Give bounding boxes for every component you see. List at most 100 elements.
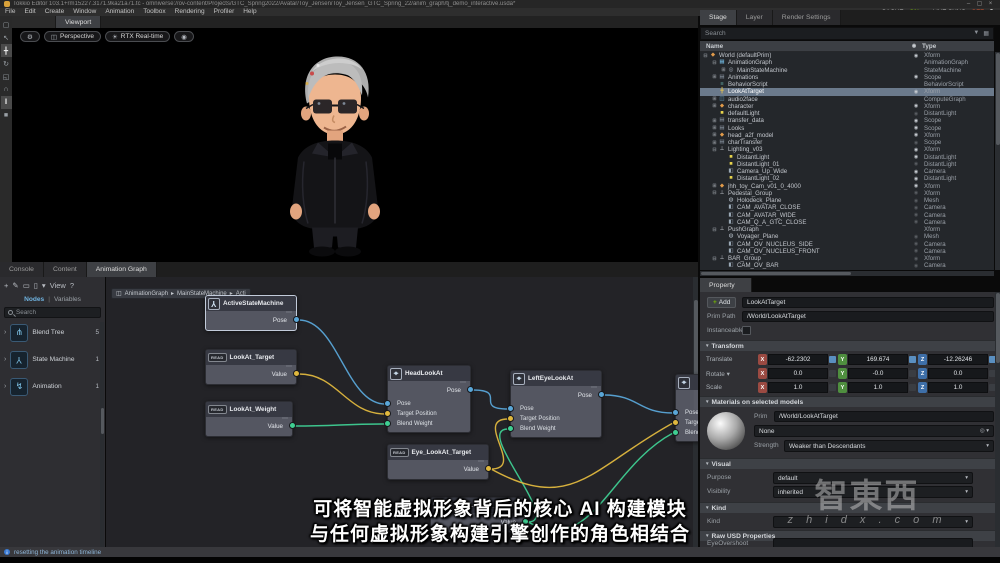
stage-row-cam-ov-bar[interactable]: ◧CAM_OV_BAR◉Camera	[700, 262, 994, 269]
visibility-eye-icon[interactable]: ◉	[908, 89, 924, 95]
kind-dropdown[interactable]: ▾	[773, 516, 973, 528]
rotate-tool[interactable]: ↻	[1, 57, 12, 70]
layout-vertical-button[interactable]: ▯	[34, 281, 38, 290]
node-category-state-machine[interactable]: ›YState Machine1	[0, 346, 105, 373]
visibility-eye-icon[interactable]: ◉	[908, 111, 924, 117]
expander-icon[interactable]: ⊞	[711, 183, 718, 189]
chevron-right-icon[interactable]: ›	[4, 329, 6, 336]
layout-horizontal-button[interactable]: ▭	[23, 281, 30, 290]
expander-icon[interactable]: ⊟	[711, 227, 718, 233]
input-port[interactable]	[507, 415, 514, 422]
animation-graph-canvas[interactable]: ◫AnimationGraph▸MainStateMachine▸Acti YA…	[106, 277, 698, 547]
scale-x-field[interactable]: 1.0	[768, 382, 828, 393]
output-port[interactable]	[598, 391, 605, 398]
menu-help[interactable]: Help	[243, 8, 256, 16]
link-icon[interactable]	[829, 384, 836, 391]
stage-row-cam-ov-nucleus-side[interactable]: ◧CAM_OV_NUCLEUS_SIDE◉Camera	[700, 241, 994, 248]
graph-node-eye-lookat-target[interactable]: READEye_LookAt_Target⋯Value	[387, 444, 489, 480]
prim-name-field[interactable]: LookAtTarget	[742, 297, 994, 308]
visibility-eye-icon[interactable]: ◉	[908, 140, 924, 146]
visibility-eye-icon[interactable]: ◉	[908, 256, 924, 262]
stage-row-transfer-data[interactable]: ⊞▤transfer_data◉Scope	[700, 117, 994, 124]
window-minimize-button[interactable]: –	[963, 0, 974, 8]
rotate-z-field[interactable]: 0.0	[928, 368, 988, 379]
input-port[interactable]	[384, 410, 391, 417]
eye-overshoot-field[interactable]	[773, 538, 973, 547]
stage-row-holodeck-plane[interactable]: ◍Holodeck_Plane◉Mesh	[700, 197, 994, 204]
expander-icon[interactable]: ⊞	[711, 125, 718, 131]
menu-toolbox[interactable]: Toolbox	[143, 8, 165, 16]
input-port[interactable]	[672, 409, 679, 416]
stage-hscrollbar-thumb[interactable]	[701, 272, 851, 275]
chevron-right-icon[interactable]: ›	[4, 356, 6, 363]
expander-icon[interactable]: ⊞	[711, 140, 718, 146]
expander-icon[interactable]: ⊞	[720, 67, 727, 73]
stage-row-defaultlight[interactable]: ■defaultLight◉DistantLight	[700, 110, 994, 117]
stage-row-lookattarget[interactable]: ╋LookAtTarget◉Xform	[700, 88, 994, 95]
stage-row-lighting-v03[interactable]: ⊟⊥Lighting_v03◉Xform	[700, 146, 994, 153]
graph-panel-scrollbar-thumb[interactable]	[101, 408, 104, 434]
graph-node-item[interactable]: ⌖⋯PosePoseTarget PositionBlend Weight	[675, 374, 698, 442]
stage-row-cam-q-a-gtc-close[interactable]: ◧CAM_Q_A_GTC_CLOSE◉Camera	[700, 219, 994, 226]
node-category-animation[interactable]: ›↯Animation1	[0, 373, 105, 400]
tab-render-settings[interactable]: Render Settings	[773, 10, 841, 25]
graph-node-eye-lookat-weight[interactable]: READEye_LookAt_Weight⋯Value	[430, 497, 526, 533]
translate-z-field[interactable]: -12.26246	[928, 354, 988, 365]
visibility-eye-icon[interactable]: ◉	[908, 74, 924, 80]
visibility-eye-icon[interactable]: ◉	[908, 176, 924, 182]
input-port[interactable]	[672, 429, 679, 436]
tab-property[interactable]: Property	[700, 278, 752, 292]
prim-path-field[interactable]: /World/LookAtTarget	[742, 311, 994, 322]
link-icon[interactable]	[829, 370, 836, 377]
stage-row-animationgraph[interactable]: ⊟▦AnimationGraphAnimationGraph	[700, 59, 994, 66]
stage-row-distantlight-01[interactable]: ■DistantLight_01◉DistantLight	[700, 161, 994, 168]
tab-nodes[interactable]: Nodes	[24, 296, 44, 303]
stage-row-pushgraph[interactable]: ⊟⊥PushGraphXform	[700, 226, 994, 233]
visibility-eye-icon[interactable]: ◉	[908, 103, 924, 109]
tab-console[interactable]: Console	[0, 262, 44, 277]
stage-row-pedestal-group[interactable]: ⊟⊥Pedestal_Group◉Xform	[700, 190, 994, 197]
tab-layer[interactable]: Layer	[737, 10, 773, 25]
expander-icon[interactable]: ⊟	[711, 190, 718, 196]
kind-section-header[interactable]: ▾ Kind	[700, 502, 1000, 513]
window-close-button[interactable]: ×	[985, 0, 996, 8]
stage-row-cam-ov-nucleus-front[interactable]: ◧CAM_OV_NUCLEUS_FRONT◉Camera	[700, 248, 994, 255]
stop-button[interactable]: ■	[1, 109, 12, 122]
expander-icon[interactable]: ⊞	[711, 132, 718, 138]
visibility-eye-icon[interactable]: ◉	[908, 161, 924, 167]
pause-button[interactable]: ‖	[1, 96, 12, 109]
chevron-right-icon[interactable]: ›	[4, 383, 6, 390]
visibility-eye-icon[interactable]: ◉	[908, 234, 924, 240]
visibility-eye-icon[interactable]: ◉	[908, 125, 924, 131]
expander-icon[interactable]: ⊞	[711, 103, 718, 109]
menu-window[interactable]: Window	[73, 8, 96, 16]
stage-row-head-a2f-model[interactable]: ⊞◆head_a2f_model◉Xform	[700, 132, 994, 139]
visual-section-header[interactable]: ▾ Visual	[700, 458, 1000, 469]
column-type[interactable]: Type	[922, 43, 994, 50]
link-icon[interactable]	[909, 356, 916, 363]
edit-button[interactable]: ✎	[12, 281, 18, 290]
visibility-eye-icon[interactable]: ◉	[908, 198, 924, 204]
output-port[interactable]	[467, 386, 474, 393]
visibility-eye-icon[interactable]: ◉	[908, 263, 924, 269]
visibility-eye-icon[interactable]: ◉	[908, 212, 924, 218]
scale-tool[interactable]: ◱	[1, 70, 12, 83]
input-port[interactable]	[672, 419, 679, 426]
menu-edit[interactable]: Edit	[24, 8, 35, 16]
stage-row-jhh-toy-cam-v01-0-4000[interactable]: ⊞◆jhh_toy_Cam_v01_0_4000◉Xform	[700, 183, 994, 190]
graph-node-lookat-target[interactable]: READLookAt_Target⋯Value	[205, 349, 297, 385]
stage-row-character[interactable]: ⊞◆character◉Xform	[700, 103, 994, 110]
move-tool[interactable]: ╋	[1, 44, 12, 57]
viewport-settings-button[interactable]: ⚙	[20, 31, 40, 42]
stage-search-input[interactable]: Search ▼▦	[700, 27, 994, 40]
tab-variables[interactable]: Variables	[54, 296, 81, 303]
stage-row-bar-group[interactable]: ⊟⊥BAR_Group◉Xform	[700, 255, 994, 262]
visibility-eye-icon[interactable]: ◉	[908, 219, 924, 225]
menu-rendering[interactable]: Rendering	[175, 8, 205, 16]
add-property-button[interactable]: + Add	[707, 297, 736, 308]
graph-search-input[interactable]: Search	[4, 307, 101, 318]
column-name[interactable]: Name	[700, 43, 906, 50]
rotate-y-field[interactable]: -0.0	[848, 368, 908, 379]
visibility-eye-icon[interactable]: ◉	[908, 118, 924, 124]
stage-row-chartransfer[interactable]: ⊞▤charTransfer◉Scope	[700, 139, 994, 146]
